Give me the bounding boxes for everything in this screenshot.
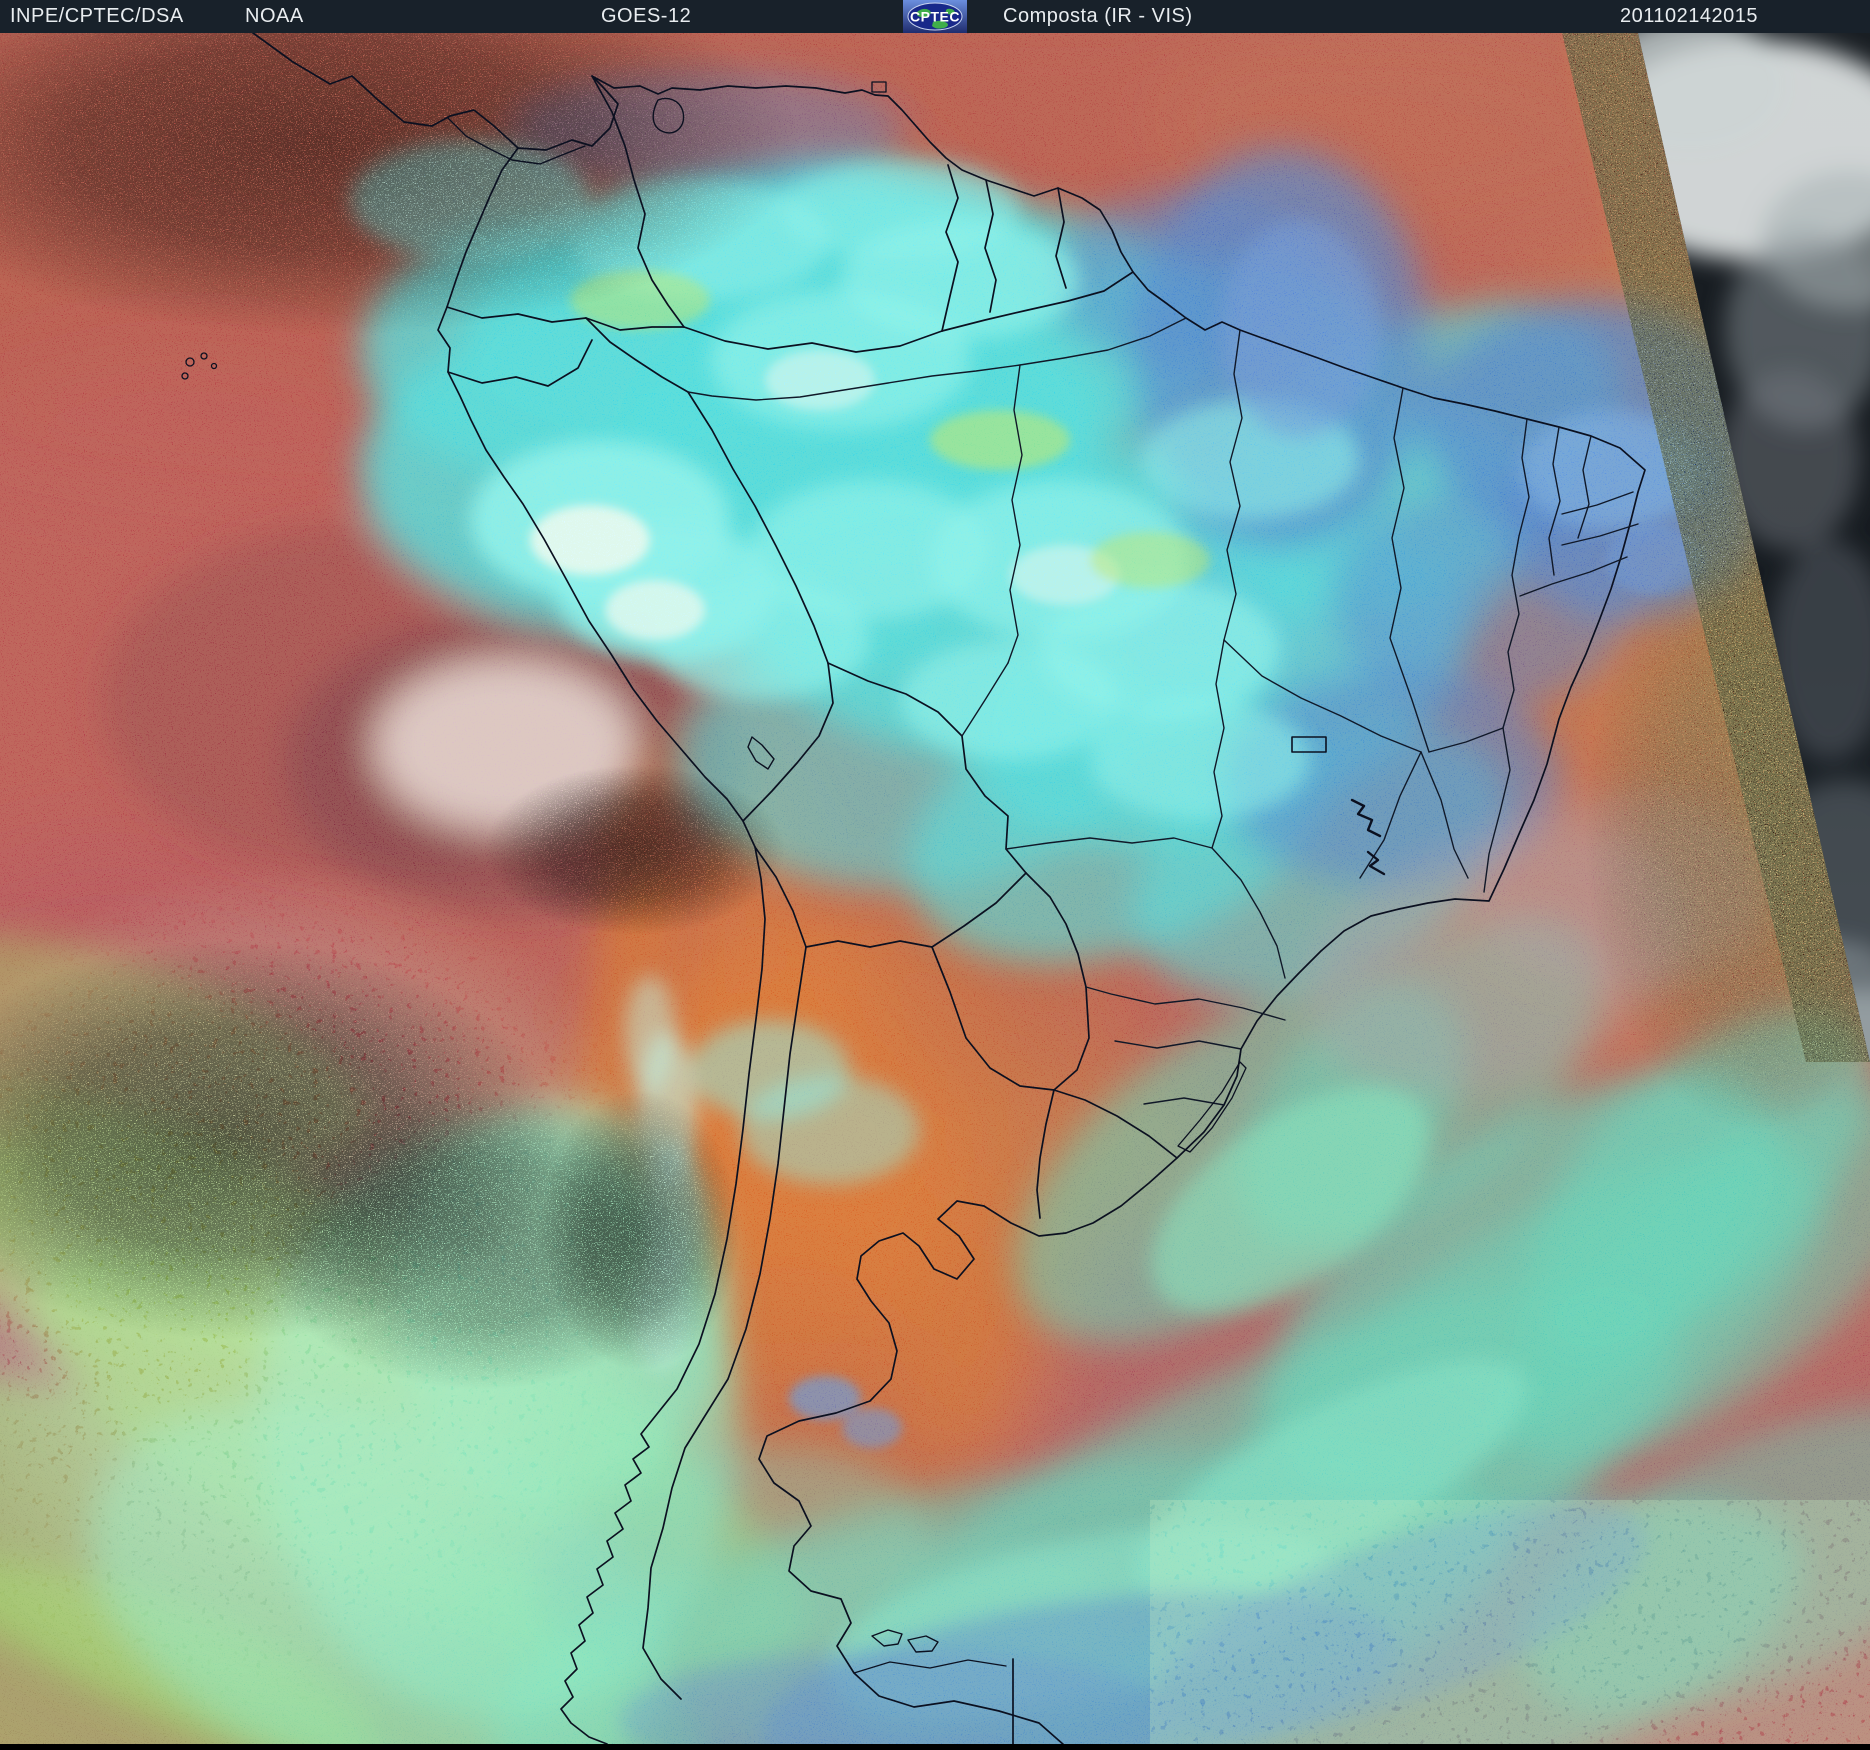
noise-layer (0, 33, 1870, 1744)
cptec-logo-text: CPTEC (910, 9, 960, 25)
satellite-composite-image (0, 0, 1870, 1750)
product-label: Composta (IR - VIS) (1003, 5, 1193, 27)
cptec-logo: CPTEC (903, 0, 967, 33)
title-bar: INPE/CPTEC/DSA NOAA GOES-12 CPTEC Compos… (0, 0, 1870, 33)
satellite-label: GOES-12 (601, 5, 692, 27)
timestamp-label: 201102142015 (1620, 5, 1758, 27)
bottom-edge-bar (0, 1744, 1870, 1750)
noaa-label: NOAA (245, 5, 304, 27)
agency-label: INPE/CPTEC/DSA (10, 5, 184, 27)
satellite-viewer: INPE/CPTEC/DSA NOAA GOES-12 CPTEC Compos… (0, 0, 1870, 1750)
